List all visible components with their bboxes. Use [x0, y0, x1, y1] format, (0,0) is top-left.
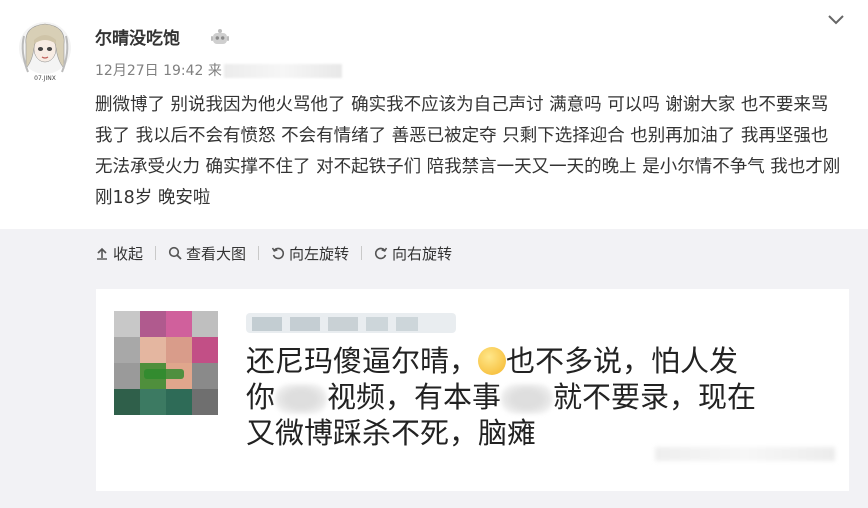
- embedded-text-segment: 还尼玛傻逼尔晴，: [246, 344, 479, 378]
- post-timestamp[interactable]: 12月27日 19:42: [95, 63, 203, 79]
- rotate-left-icon: [271, 247, 285, 260]
- embedded-text-segment: 就不要录，现在: [553, 380, 757, 414]
- watermark: [655, 447, 835, 461]
- collapse-label: 收起: [113, 244, 144, 263]
- post-source-prefix: 来: [207, 63, 222, 79]
- blurred-name: [246, 313, 456, 333]
- view-large-label: 查看大图: [186, 244, 247, 263]
- emoji-icon: [478, 347, 507, 375]
- embedded-text-segment: 视频，有本事: [327, 380, 502, 414]
- search-icon: [168, 246, 182, 260]
- rotate-right-label: 向右旋转: [392, 244, 453, 263]
- collapse-button[interactable]: 收起: [95, 241, 143, 265]
- chevron-down-icon[interactable]: [826, 12, 846, 28]
- view-large-button[interactable]: 查看大图: [168, 241, 246, 265]
- arrow-up-icon: [97, 247, 107, 260]
- avatar[interactable]: 07.JINX: [18, 18, 72, 82]
- embedded-line: 还尼玛傻逼尔晴， 也不多说，怕人发: [246, 343, 846, 379]
- redacted-text: [501, 384, 554, 414]
- rotate-right-icon: [375, 247, 388, 260]
- redacted-text: [275, 384, 328, 414]
- post-text: 删微博了 别说我因为他火骂他了 确实我不应该为自己声讨 满意吗 可以吗 谢谢大家…: [95, 95, 841, 208]
- media-toolbar: 收起 查看大图 向左旋转 向右旋转: [95, 241, 452, 265]
- embedded-line: 你 视频，有本事 就不要录，现在: [246, 379, 846, 415]
- rotate-left-button[interactable]: 向左旋转: [271, 241, 349, 265]
- rotate-right-button[interactable]: 向右旋转: [374, 241, 452, 265]
- divider: [155, 246, 157, 260]
- username[interactable]: 尔晴没吃饱: [95, 24, 180, 49]
- media-panel: 收起 查看大图 向左旋转 向右旋转 还尼玛傻逼尔晴， 也不多说，怕人发 你 视频…: [0, 229, 868, 508]
- rotate-left-label: 向左旋转: [289, 244, 350, 263]
- embedded-line: 又微博踩杀不死，脑瘫: [246, 416, 537, 450]
- embedded-message: 还尼玛傻逼尔晴， 也不多说，怕人发 你 视频，有本事 就不要录，现在 又微博踩杀不死，…: [246, 343, 846, 451]
- embedded-text-segment: 你: [246, 380, 276, 414]
- robot-badge-icon: [210, 27, 230, 47]
- divider: [361, 246, 363, 260]
- post-meta: 12月27日 19:42 来: [95, 60, 342, 80]
- redacted-source: [223, 64, 342, 78]
- divider: [258, 246, 260, 260]
- embedded-image[interactable]: 还尼玛傻逼尔晴， 也不多说，怕人发 你 视频，有本事 就不要录，现在 又微博踩杀不死，…: [96, 289, 849, 491]
- weibo-post: 07.JINX 尔晴没吃饱 12月27日 19:42 来 删微博了 别说我因为他…: [0, 0, 868, 508]
- avatar-caption: 07.JINX: [34, 75, 56, 82]
- embedded-text-segment: 也不多说，怕人发: [506, 344, 739, 378]
- mosaic-avatar: [114, 311, 218, 415]
